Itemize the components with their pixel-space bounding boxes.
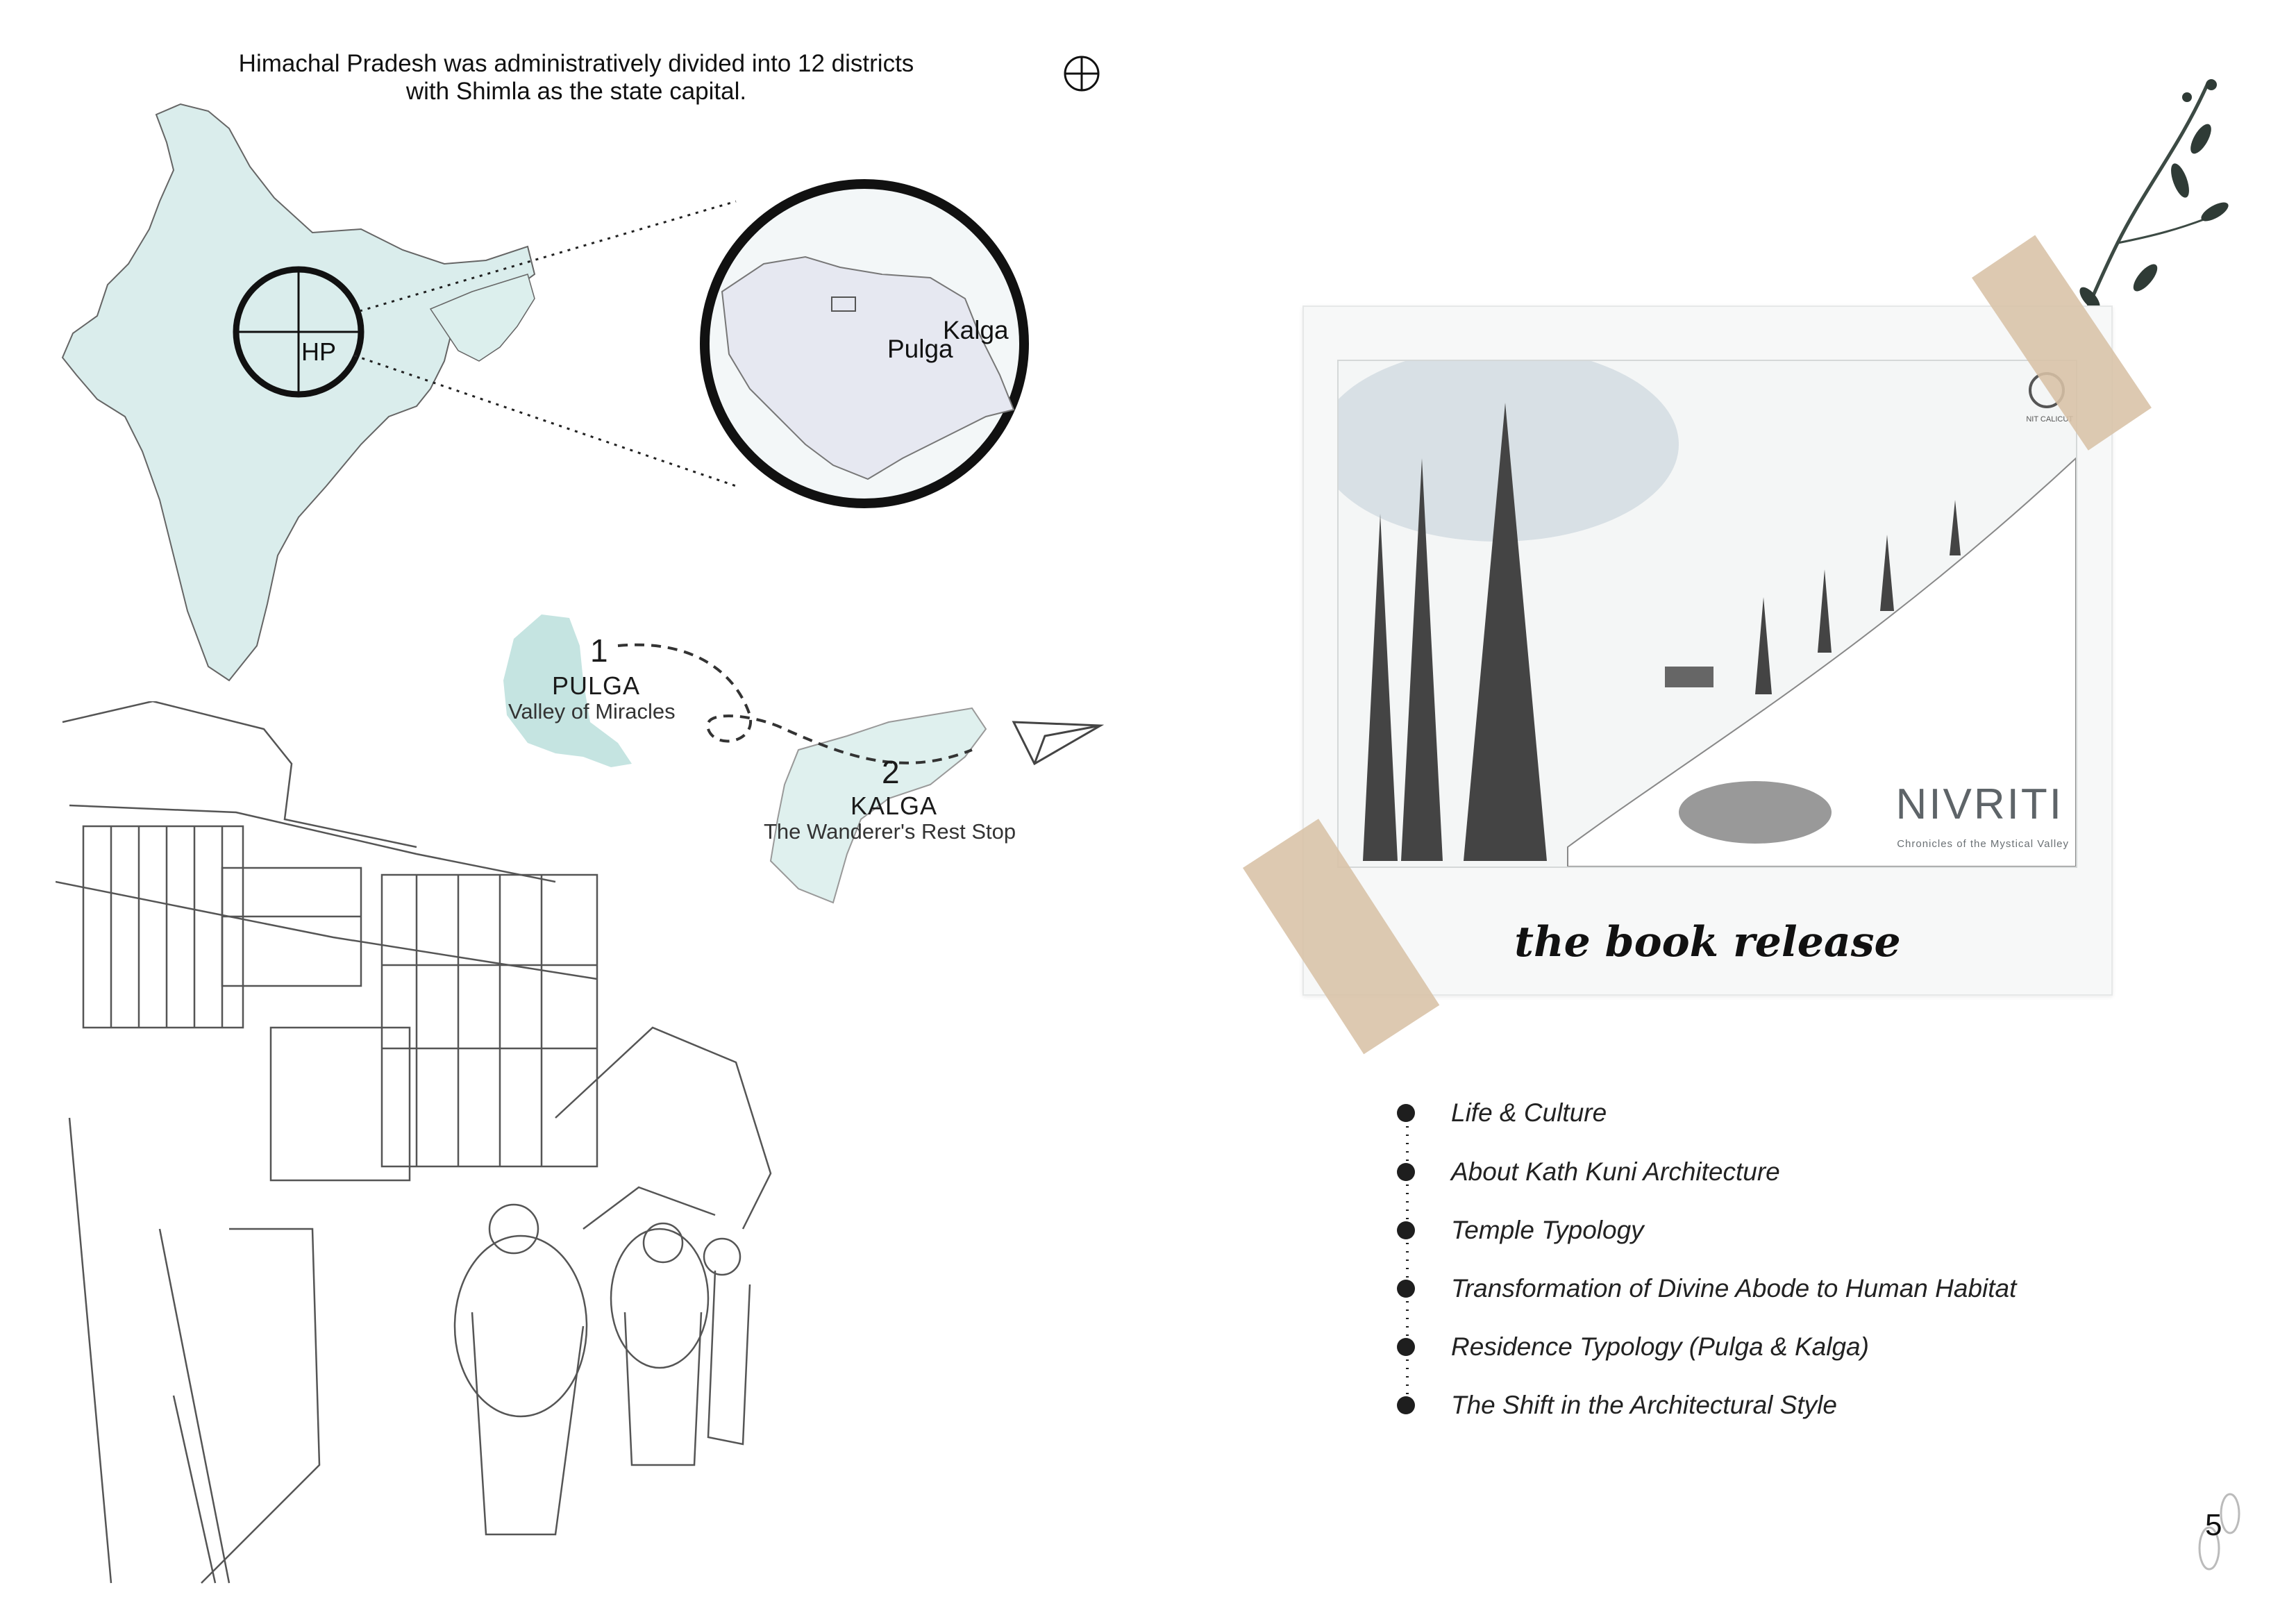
inset-label-kalga: Kalga [943,316,1009,344]
toc-bullet [1397,1396,1415,1414]
village-street-sketch [56,701,772,1584]
toc-bullet [1397,1338,1415,1356]
book-subtitle: Chronicles of the Mystical Valley [1897,838,2069,850]
stop-2-name: KALGA [850,792,938,820]
toc-bullet [1397,1104,1415,1122]
book-polaroid: NIT CALICUT NIVRITI Chronicles of the My… [1302,305,2113,996]
toc-bullet [1397,1280,1415,1298]
toc-item: About Kath Kuni Architecture [1451,1157,1780,1186]
toc-item: Temple Typology [1451,1216,1644,1244]
toc-bullet [1397,1163,1415,1181]
stop-2-number: 2 [882,754,900,790]
toc-item: Transformation of Divine Abode to Human … [1451,1274,2017,1303]
book-title: NIVRITI [1895,780,2063,828]
toc-item: The Shift in the Architectural Style [1451,1391,1837,1419]
india-map [61,103,1029,682]
toc-item: Residence Typology (Pulga & Kalga) [1451,1332,1869,1361]
toc-bullet [1397,1221,1415,1239]
stop-1-name: PULGA [552,671,641,700]
toc-item: Life & Culture [1451,1098,1607,1127]
toc-dotted-line [1406,1118,1409,1409]
stop-1-number: 1 [590,633,608,669]
hp-label: HP [301,337,337,366]
page-number: 5 [2205,1508,2222,1542]
book-cover-photo: NIT CALICUT NIVRITI Chronicles of the My… [1337,360,2077,868]
book-release-caption: the book release [1514,918,1901,966]
